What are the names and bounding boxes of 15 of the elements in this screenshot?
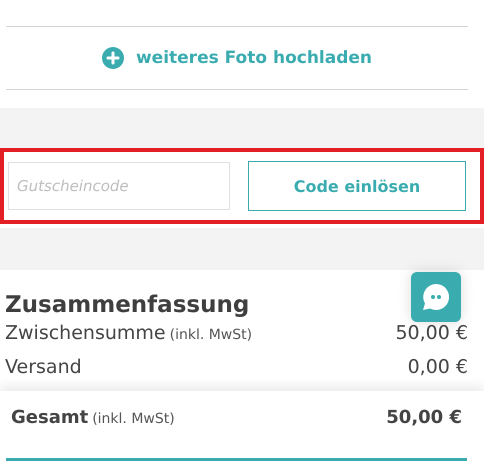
amount: 50,00 € (395, 322, 468, 344)
amount: 0,00 € (408, 356, 468, 378)
upload-photo-link[interactable]: weiteres Foto hochladen (136, 48, 372, 68)
summary-label: Versand (5, 356, 82, 378)
summary-title: Zusammenfassung (5, 292, 250, 318)
summary-label: Zwischensumme (5, 322, 166, 344)
redeem-button[interactable]: Code einlösen (248, 161, 466, 211)
chat-bubble-icon (421, 282, 451, 312)
plus-icon (102, 47, 124, 69)
coupon-field[interactable]: Gutscheincode (8, 162, 230, 210)
tax-note: (inkl. MwSt) (92, 411, 175, 427)
total-label: Gesamt (11, 407, 88, 428)
chat-button[interactable] (411, 272, 461, 322)
tax-note: (inkl. MwSt) (170, 327, 252, 343)
total-amount: 50,00 € (386, 407, 462, 428)
